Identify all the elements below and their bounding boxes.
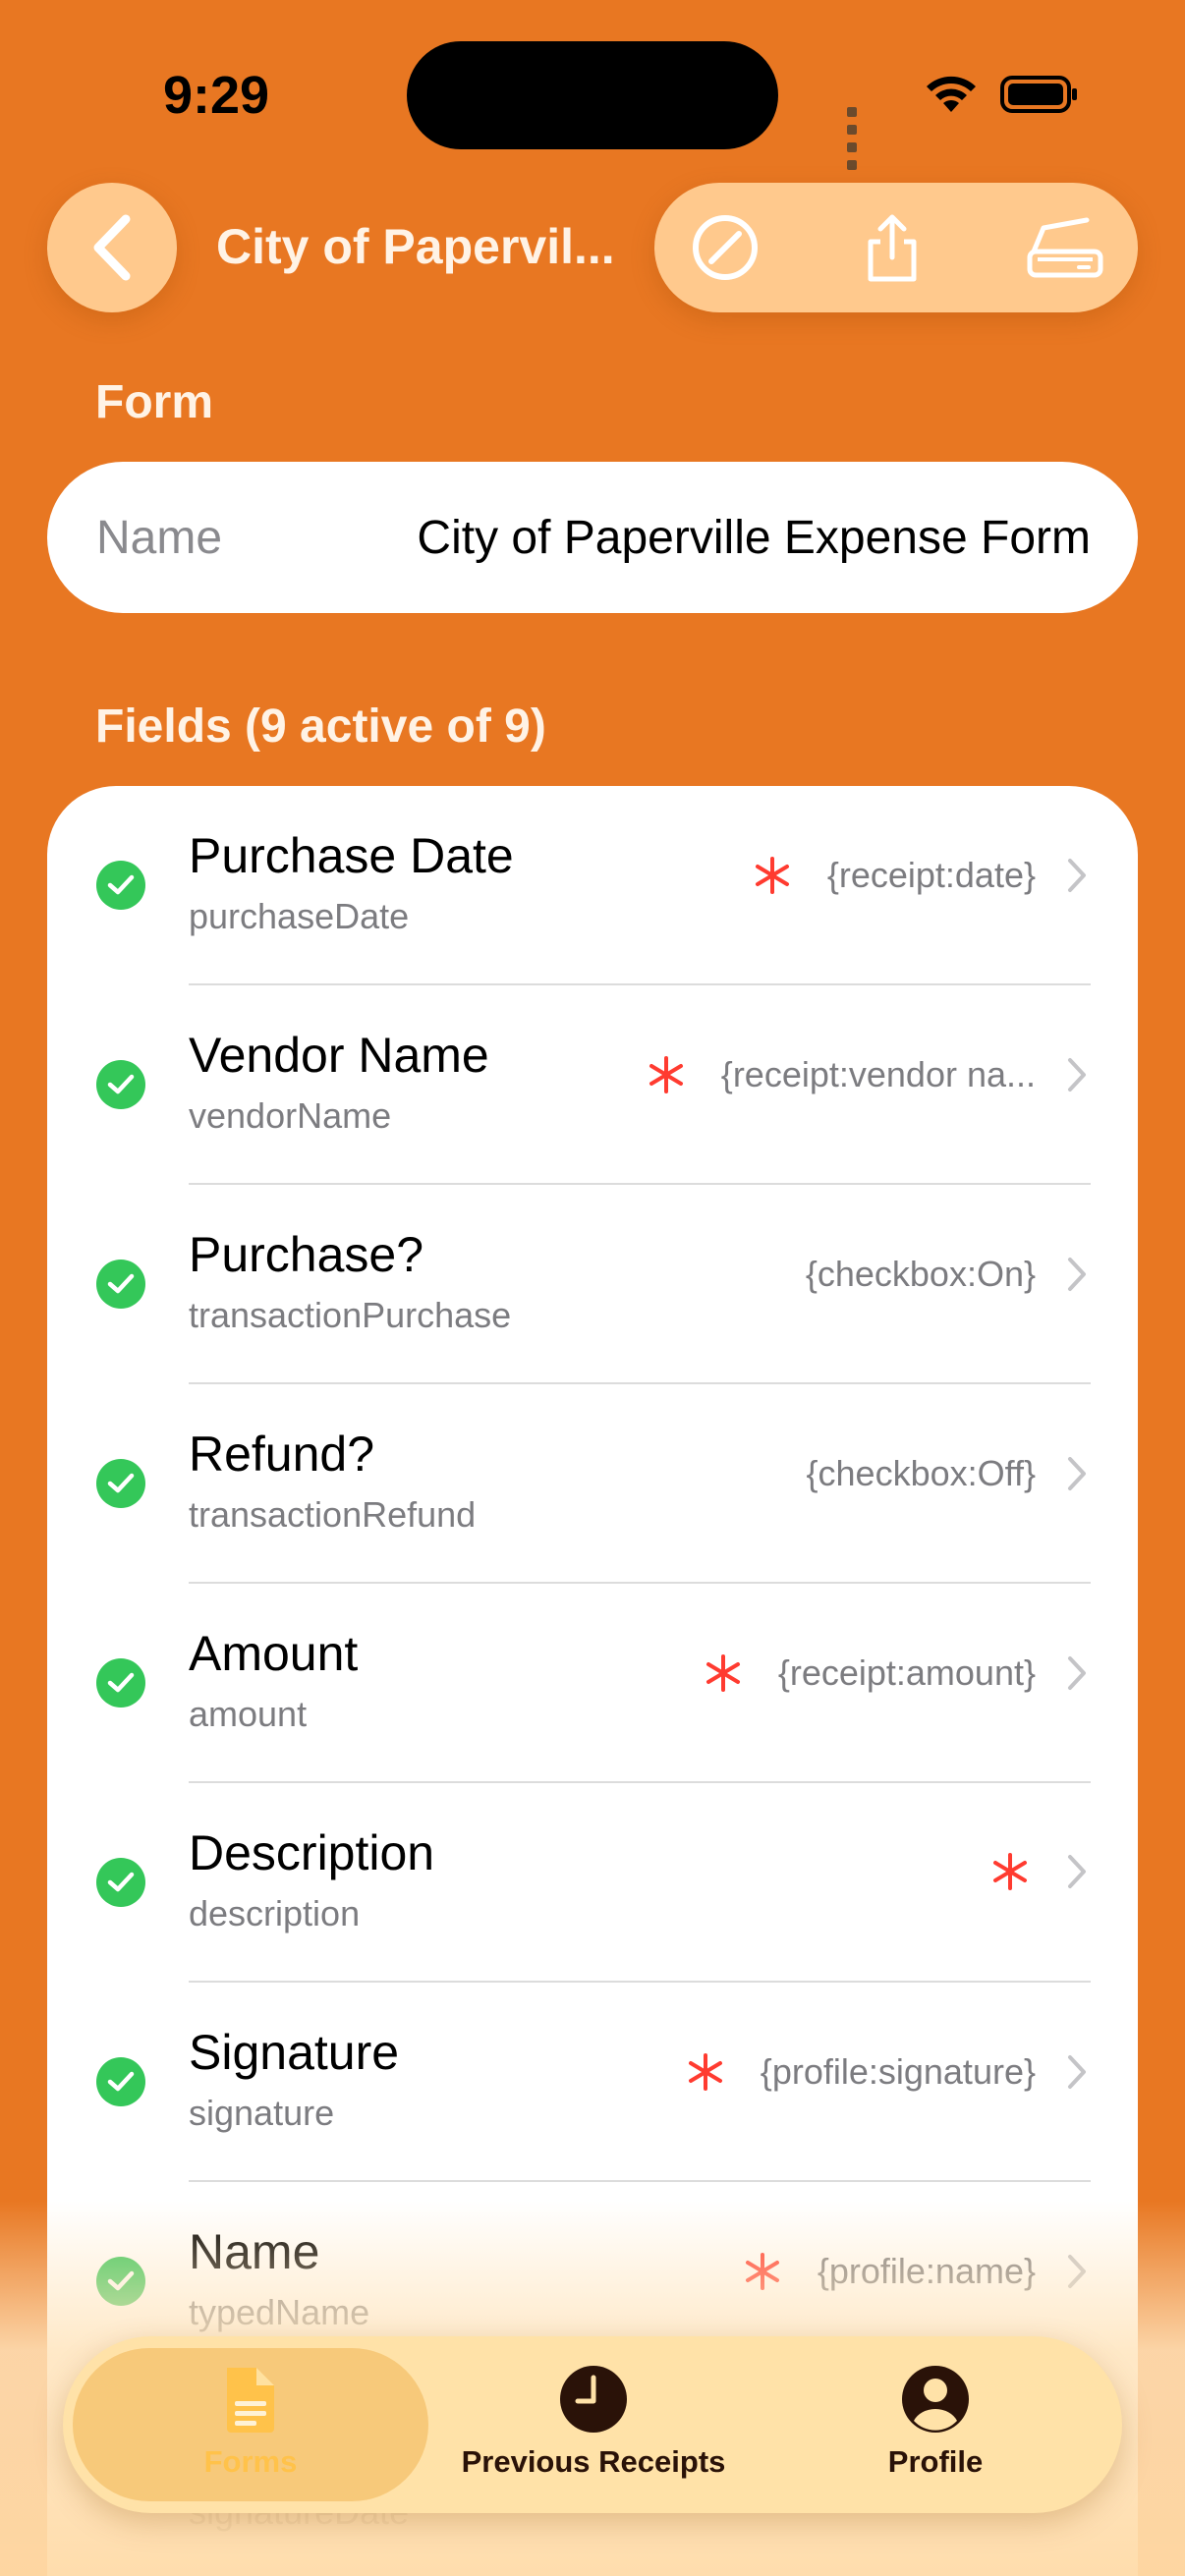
field-accessory: {checkbox:Off} bbox=[807, 1453, 1090, 1494]
field-token: {checkbox:Off} bbox=[806, 1453, 1037, 1493]
field-title: Vendor Name bbox=[189, 1028, 489, 1083]
tab-profile[interactable]: Profile bbox=[788, 2364, 1083, 2501]
checkmark-circle-icon[interactable] bbox=[96, 1260, 145, 1309]
form-name-field[interactable]: Name City of Paperville Expense Form bbox=[47, 462, 1138, 613]
field-accessory: {profile:signature} bbox=[686, 2051, 1089, 2093]
fields-section-label: Fields (9 active of 9) bbox=[95, 700, 546, 753]
field-token: {receipt:vendor na... bbox=[720, 1054, 1036, 1094]
chevron-right-icon bbox=[1068, 1855, 1086, 1888]
field-title: Description bbox=[189, 1825, 435, 1880]
field-row[interactable]: Amount amount {receipt:amount} bbox=[47, 1584, 1138, 1783]
chevron-right-icon bbox=[1068, 859, 1086, 892]
chevron-right-icon bbox=[1068, 1457, 1086, 1490]
chevron-left-icon bbox=[93, 214, 131, 281]
field-key: transactionRefund bbox=[189, 1494, 477, 1535]
field-accessory: {receipt:vendor na... bbox=[647, 1054, 1089, 1095]
field-key: amount bbox=[189, 1694, 308, 1734]
form-name-value[interactable]: City of Paperville Expense Form bbox=[417, 511, 1091, 565]
field-key: vendorName bbox=[189, 1095, 392, 1136]
tab-profile-label: Profile bbox=[887, 2444, 984, 2479]
tab-previous-receipts-label: Previous Receipts bbox=[461, 2444, 726, 2479]
disable-button[interactable] bbox=[690, 212, 761, 283]
field-row[interactable]: Vendor Name vendorName {receipt:vendor na.… bbox=[47, 985, 1138, 1185]
status-time: 9:29 bbox=[163, 66, 270, 125]
field-row[interactable]: Purchase? transactionPurchase {checkbox:On… bbox=[47, 1185, 1138, 1384]
field-accessory bbox=[990, 1852, 1089, 1891]
field-accessory: {receipt:date} bbox=[753, 855, 1089, 896]
chevron-right-icon bbox=[1068, 2055, 1086, 2089]
field-title: Signature bbox=[189, 2025, 400, 2080]
field-token: {profile:signature} bbox=[760, 2051, 1036, 2092]
field-row[interactable]: Refund? transactionRefund {checkbox:Off} bbox=[47, 1384, 1138, 1584]
nav-title: City of Papervil... bbox=[216, 219, 615, 274]
field-row[interactable]: Description description bbox=[47, 1783, 1138, 1983]
tab-previous-receipts[interactable]: Previous Receipts bbox=[446, 2364, 741, 2501]
battery-icon bbox=[1000, 76, 1077, 113]
clock-icon bbox=[560, 2366, 627, 2433]
field-row[interactable]: Purchase Date purchaseDate {receipt:date} bbox=[47, 786, 1138, 985]
field-title: Purchase? bbox=[189, 1227, 424, 1282]
field-key: signature bbox=[189, 2093, 335, 2133]
document-icon bbox=[227, 2368, 274, 2433]
checkmark-circle-icon[interactable] bbox=[96, 2057, 145, 2106]
dynamic-island bbox=[407, 41, 778, 149]
action-pill bbox=[654, 183, 1138, 312]
wifi-icon bbox=[927, 76, 976, 112]
required-asterisk-icon bbox=[755, 857, 789, 894]
field-token: {checkbox:On} bbox=[805, 1254, 1036, 1294]
person-icon bbox=[902, 2366, 969, 2433]
field-token: {receipt:date} bbox=[826, 855, 1036, 895]
field-title: Refund? bbox=[189, 1427, 375, 1482]
checkmark-circle-icon[interactable] bbox=[96, 1459, 145, 1508]
field-title: Amount bbox=[189, 1626, 359, 1681]
form-name-label: Name bbox=[96, 512, 223, 564]
tab-forms-label: Forms bbox=[203, 2444, 298, 2479]
checkmark-circle-icon[interactable] bbox=[96, 1658, 145, 1708]
tab-forms[interactable]: Forms bbox=[103, 2364, 398, 2501]
field-accessory: {checkbox:On} bbox=[806, 1254, 1089, 1295]
field-token: {receipt:amount} bbox=[777, 1652, 1036, 1693]
back-button[interactable] bbox=[47, 183, 177, 312]
required-asterisk-icon bbox=[993, 1853, 1027, 1890]
checkmark-circle-icon[interactable] bbox=[96, 1858, 145, 1907]
required-asterisk-icon bbox=[688, 2053, 722, 2091]
checkmark-circle-icon[interactable] bbox=[96, 1060, 145, 1109]
field-key: purchaseDate bbox=[189, 896, 410, 936]
chevron-right-icon bbox=[1068, 1258, 1086, 1291]
field-row[interactable]: Signature signature {profile:signature} bbox=[47, 1983, 1138, 2182]
share-button[interactable] bbox=[857, 212, 928, 283]
signal-icon bbox=[847, 104, 863, 175]
required-asterisk-icon bbox=[705, 1654, 740, 1692]
scanner-button[interactable] bbox=[1024, 212, 1106, 283]
tab-bar: Forms Previous Receipts Profile bbox=[63, 2336, 1122, 2513]
field-accessory: {receipt:amount} bbox=[704, 1652, 1089, 1694]
required-asterisk-icon bbox=[649, 1056, 683, 1093]
checkmark-circle-icon[interactable] bbox=[96, 861, 145, 910]
field-title: Purchase Date bbox=[189, 828, 514, 883]
chevron-right-icon bbox=[1068, 1058, 1086, 1092]
field-key: transactionPurchase bbox=[189, 1295, 512, 1335]
form-section-label: Form bbox=[95, 376, 213, 428]
chevron-right-icon bbox=[1068, 1656, 1086, 1690]
field-key: description bbox=[189, 1893, 361, 1933]
